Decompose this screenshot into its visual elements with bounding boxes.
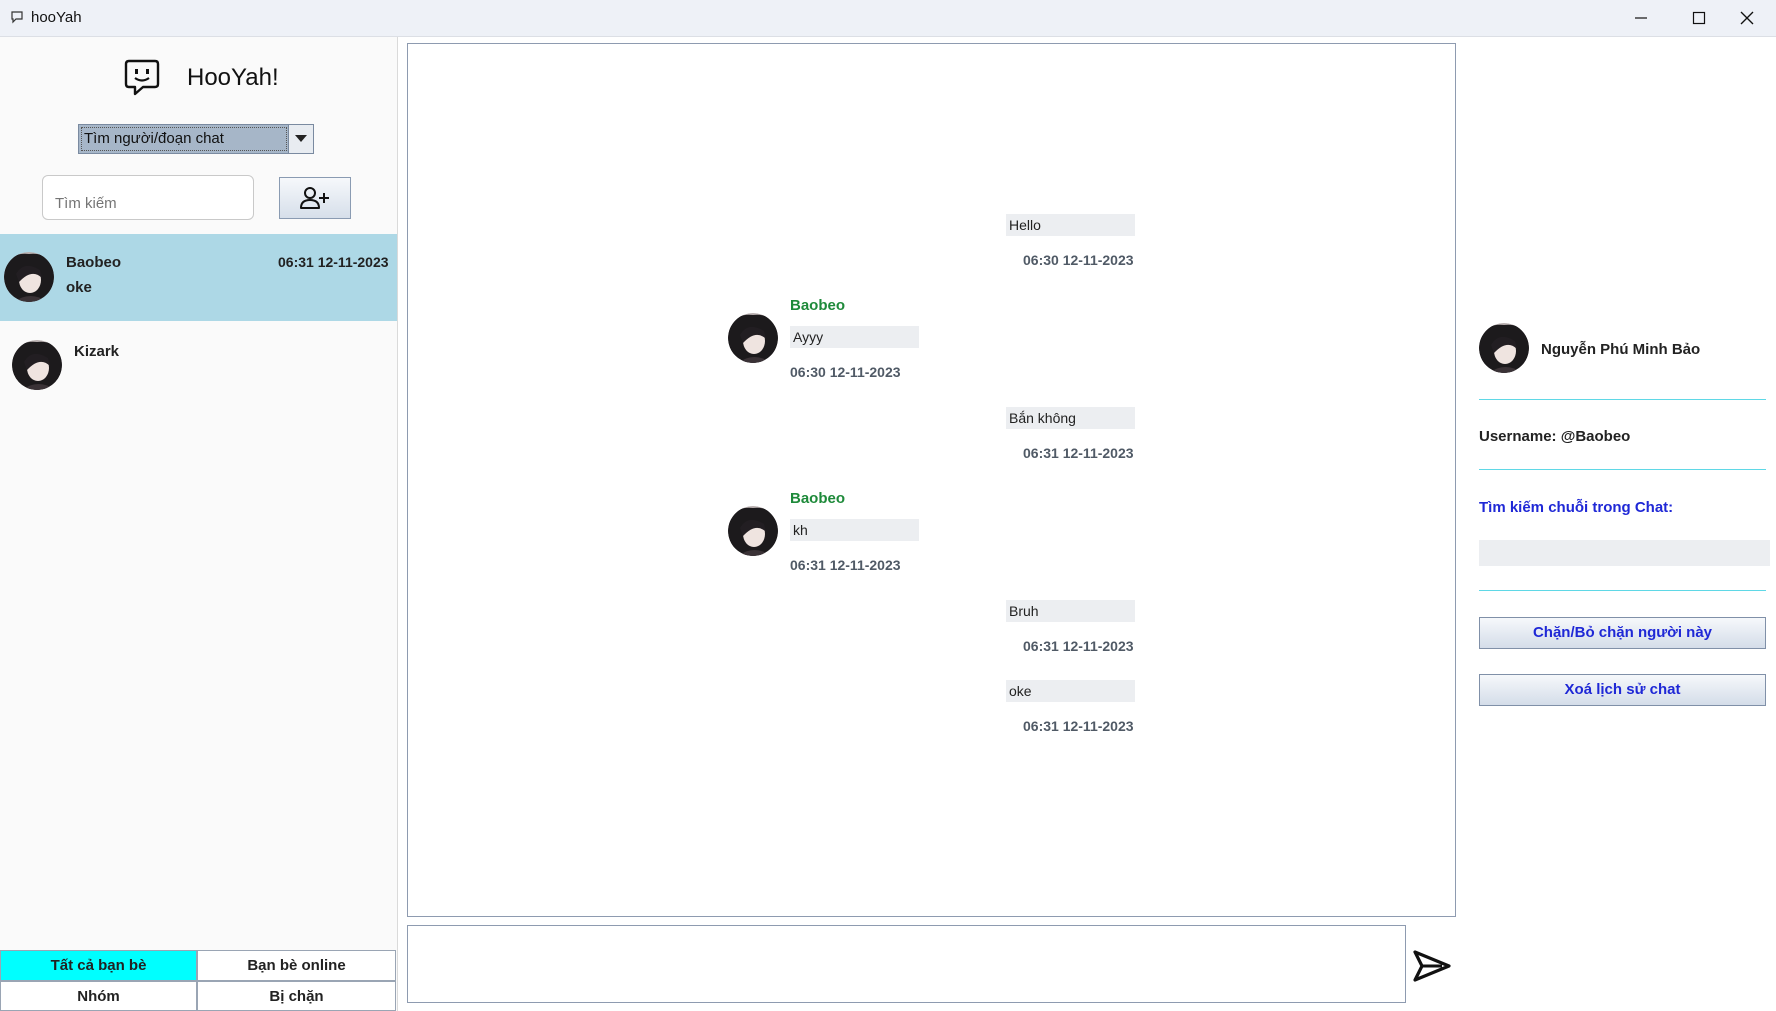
tab-blocked[interactable]: Bị chặn — [197, 981, 396, 1011]
chat-bubble-icon — [11, 11, 23, 24]
app-logo-text: HooYah! — [187, 64, 279, 91]
mode-select-value: Tìm người/đoạn chat — [79, 125, 289, 153]
search-in-chat-input[interactable] — [1479, 540, 1770, 566]
minimize-icon — [1635, 17, 1647, 19]
conversation-item[interactable]: Baobeo 06:31 12-11-2023 oke — [0, 234, 397, 321]
window-titlebar: hooYah — [0, 0, 1776, 37]
tab-groups[interactable]: Nhóm — [0, 981, 197, 1011]
minimize-button[interactable] — [1612, 0, 1670, 36]
send-icon — [1413, 950, 1451, 982]
avatar — [728, 506, 778, 556]
message-time: 06:30 12-11-2023 — [1023, 252, 1134, 268]
mode-select[interactable]: Tìm người/đoạn chat — [78, 124, 314, 154]
avatar — [4, 252, 54, 302]
send-button[interactable] — [1410, 946, 1454, 986]
conversation-item[interactable]: Kizark — [0, 321, 397, 408]
message-sender: Baobeo — [790, 490, 846, 507]
avatar — [12, 340, 62, 390]
close-button[interactable] — [1718, 0, 1776, 36]
tab-all-friends[interactable]: Tất cả bạn bè — [0, 950, 197, 981]
message-bubble: Ayyy — [790, 326, 919, 348]
block-unblock-button[interactable]: Chặn/Bỏ chặn người này — [1479, 617, 1766, 649]
chat-messages-panel[interactable]: Hello 06:30 12-11-2023 Baobeo Ayyy 06:30… — [407, 43, 1456, 917]
divider — [1479, 399, 1766, 400]
message-bubble: Hello — [1006, 214, 1135, 236]
conversation-name: Baobeo — [66, 254, 122, 271]
avatar — [728, 313, 778, 363]
divider — [1479, 590, 1766, 591]
message-time: 06:31 12-11-2023 — [1023, 445, 1134, 461]
message-bubble: Bruh — [1006, 600, 1135, 622]
add-friend-button[interactable] — [279, 177, 351, 219]
conversation-last-message: oke — [66, 279, 92, 296]
divider — [1479, 469, 1766, 470]
profile-username: Username: @Baobeo — [1479, 428, 1631, 445]
message-bubble: Bắn không — [1006, 407, 1135, 429]
search-input[interactable] — [42, 175, 254, 220]
profile-avatar — [1479, 323, 1529, 373]
tab-online-friends[interactable]: Bạn bè online — [197, 950, 396, 981]
chat-bubble-face-icon — [124, 59, 160, 96]
window-title: hooYah — [31, 9, 82, 26]
maximize-icon — [1692, 11, 1706, 25]
chevron-down-icon[interactable] — [289, 125, 313, 153]
message-time: 06:31 12-11-2023 — [790, 557, 901, 573]
message-time: 06:31 12-11-2023 — [1023, 718, 1134, 734]
message-time: 06:31 12-11-2023 — [1023, 638, 1134, 654]
message-input[interactable] — [407, 925, 1406, 1003]
close-icon — [1740, 11, 1754, 25]
message-bubble: oke — [1006, 680, 1135, 702]
profile-full-name: Nguyễn Phú Minh Bảo — [1541, 341, 1701, 358]
search-in-chat-label: Tìm kiếm chuỗi trong Chat: — [1479, 499, 1674, 516]
message-time: 06:30 12-11-2023 — [790, 364, 901, 380]
conversation-time: 06:31 12-11-2023 — [278, 254, 389, 270]
message-sender: Baobeo — [790, 297, 846, 314]
conversation-name: Kizark — [74, 343, 120, 360]
add-user-icon — [300, 187, 329, 209]
clear-chat-history-button[interactable]: Xoá lịch sử chat — [1479, 674, 1766, 706]
message-bubble: kh — [790, 519, 919, 541]
